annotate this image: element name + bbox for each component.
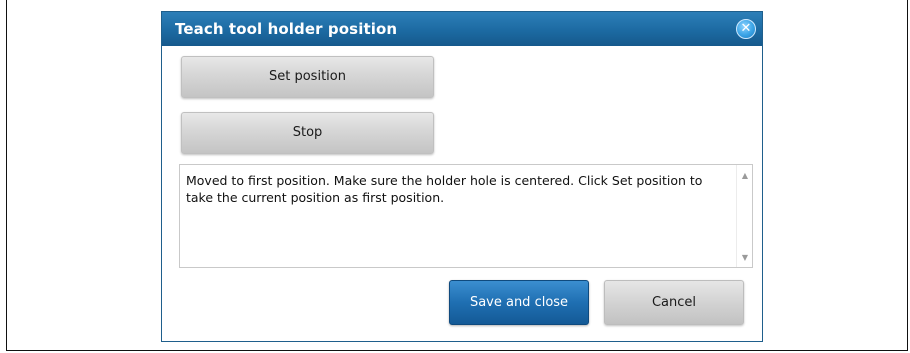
- scroll-up-arrow-icon[interactable]: ▲: [740, 171, 750, 181]
- set-position-button[interactable]: Set position: [181, 56, 434, 98]
- save-and-close-button[interactable]: Save and close: [449, 280, 589, 325]
- scroll-down-arrow-icon[interactable]: ▼: [740, 253, 750, 263]
- teach-tool-holder-dialog: Teach tool holder position ✕ Set positio…: [161, 11, 763, 342]
- message-text: Moved to first position. Make sure the h…: [186, 173, 703, 205]
- dialog-title-bar: Teach tool holder position ✕: [162, 12, 762, 46]
- cancel-button[interactable]: Cancel: [604, 280, 744, 325]
- message-scrollbar[interactable]: ▲ ▼: [736, 165, 752, 267]
- stop-button[interactable]: Stop: [181, 112, 434, 154]
- message-textbox[interactable]: Moved to first position. Make sure the h…: [179, 164, 753, 268]
- close-icon[interactable]: ✕: [736, 19, 756, 39]
- dialog-title: Teach tool holder position: [175, 20, 398, 38]
